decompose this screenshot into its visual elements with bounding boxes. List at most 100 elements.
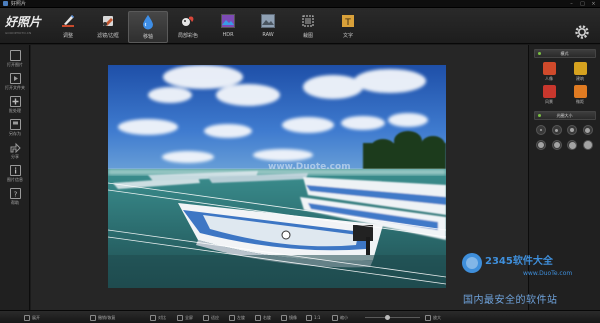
- maximize-icon[interactable]: □: [578, 1, 587, 7]
- zoom-out-icon: [332, 314, 338, 321]
- tab-tiltshift[interactable]: 移轴: [128, 11, 168, 43]
- undo-icon: [90, 314, 96, 321]
- tab-colorsplash[interactable]: 局部彩色: [168, 11, 208, 43]
- tab-hdr[interactable]: HDR: [208, 11, 248, 43]
- mode-landscape[interactable]: 风景: [534, 85, 565, 105]
- gear-icon[interactable]: [574, 24, 590, 40]
- window-title: 好照片: [11, 1, 27, 7]
- mirror-button[interactable]: 镜像: [281, 314, 297, 321]
- sidebar-item-label: 打开图片: [7, 62, 23, 67]
- macro-icon: [573, 85, 587, 98]
- sidebar-item-open-file[interactable]: 打开图片: [0, 48, 30, 71]
- site-watermark-logo: 2345软件大全 www.DuoTe.com: [461, 250, 591, 278]
- undo-redo-button[interactable]: 撤销/恢复: [90, 314, 115, 321]
- aperture-size-8[interactable]: [582, 140, 593, 150]
- tab-filter[interactable]: 滤镜/边框: [88, 11, 128, 43]
- aperture-size-1[interactable]: [536, 125, 547, 135]
- minimize-icon[interactable]: –: [567, 1, 576, 7]
- sidebar-item-label: 分享: [11, 154, 19, 159]
- folder-icon: [9, 73, 21, 84]
- aperture-size-7[interactable]: [567, 140, 578, 150]
- raw-icon: [260, 13, 276, 29]
- mirror-icon: [281, 314, 287, 321]
- building-icon: [573, 62, 587, 75]
- tool-tabs: 调整 滤镜/边框 移轴 局部彩色 HDR RAW 裁图 T 文字: [48, 11, 368, 43]
- rotate-right-icon: [255, 314, 261, 321]
- expand-button[interactable]: 展开: [24, 314, 40, 321]
- tab-raw[interactable]: RAW: [248, 11, 288, 43]
- sidebar-item-label: 另存为: [9, 131, 21, 136]
- sidebar-item-label: 图片信息: [7, 177, 23, 182]
- zoom-slider-thumb[interactable]: [385, 315, 390, 320]
- actual-size-label: 1:1: [314, 315, 321, 320]
- fit-icon: [203, 314, 209, 321]
- expand-label: 展开: [32, 314, 40, 320]
- sidebar-item-batch[interactable]: 批处理: [0, 94, 30, 117]
- mode-label: 风景: [545, 99, 553, 104]
- pen-icon: [60, 13, 76, 29]
- fit-label: 适应: [211, 314, 219, 320]
- mode-header-label: 模式: [560, 51, 569, 56]
- mode-portrait[interactable]: 人像: [534, 62, 565, 82]
- svg-text:?: ?: [13, 191, 17, 199]
- mode-list: 人像 建筑 风景 微距: [534, 62, 596, 105]
- zoom-out-button[interactable]: 缩小: [332, 314, 348, 321]
- rotate-left-label: 左旋: [237, 314, 245, 320]
- zoom-slider[interactable]: [365, 315, 420, 320]
- app-icon: [3, 1, 8, 6]
- mode-macro[interactable]: 微距: [565, 85, 596, 105]
- sidebar-item-share[interactable]: 分享: [0, 140, 30, 163]
- expand-icon: [24, 314, 30, 321]
- zoom-out-label: 缩小: [340, 314, 348, 320]
- mode-label: 建筑: [576, 76, 584, 81]
- zoom-in-button[interactable]: 放大: [425, 314, 441, 321]
- tab-tiltshift-label: 移轴: [142, 34, 153, 40]
- compare-button[interactable]: 对比: [150, 314, 166, 321]
- fit-button[interactable]: 适应: [203, 314, 219, 321]
- aperture-header[interactable]: 光圈大小: [533, 111, 596, 120]
- sidebar-item-label: 批处理: [9, 108, 21, 113]
- sidebar-item-save-as[interactable]: 另存为: [0, 117, 30, 140]
- tab-crop[interactable]: 裁图: [288, 11, 328, 43]
- tab-adjust-label: 调整: [62, 33, 73, 39]
- photo-canvas[interactable]: www.Duote.com: [108, 65, 446, 288]
- tab-adjust[interactable]: 调整: [48, 11, 88, 43]
- rotate-left-button[interactable]: 左旋: [229, 314, 245, 321]
- top-toolbar: 好照片 GOODPHOTO.CN 调整 滤镜/边框 移轴 局部彩色 HDR RA…: [0, 8, 600, 44]
- info-icon: [9, 165, 21, 176]
- logo-brand: 好照片: [5, 15, 42, 29]
- rotate-left-icon: [229, 314, 235, 321]
- fullscreen-button[interactable]: 全屏: [177, 314, 193, 321]
- batch-icon: [9, 96, 21, 107]
- squirrel-icon: [180, 13, 196, 29]
- svg-text:T: T: [344, 18, 351, 28]
- brush-icon: [100, 13, 116, 29]
- sidebar-item-help[interactable]: ? 帮助: [0, 186, 30, 209]
- sidebar-item-open-folder[interactable]: 打开文件夹: [0, 71, 30, 94]
- tab-text[interactable]: T 文字: [328, 11, 368, 43]
- zoom-in-label: 放大: [433, 314, 441, 320]
- bottom-toolbar: 展开 撤销/恢复 对比 全屏 适应 左旋 右旋 镜像 1:1 缩小 放大: [0, 310, 600, 323]
- share-icon: [10, 142, 21, 154]
- tab-crop-label: 裁图: [302, 33, 313, 39]
- aperture-size-3[interactable]: [567, 125, 578, 135]
- compare-icon: [150, 314, 156, 321]
- sidebar-item-info[interactable]: 图片信息: [0, 163, 30, 186]
- aperture-size-4[interactable]: [582, 125, 593, 135]
- aperture-size-5[interactable]: [536, 140, 547, 150]
- save-as-icon: [9, 119, 21, 130]
- mode-label: 微距: [576, 99, 584, 104]
- aperture-size-2[interactable]: [551, 125, 562, 135]
- window-controls: – □ ×: [567, 1, 598, 7]
- app-logo: 好照片 GOODPHOTO.CN: [5, 13, 45, 41]
- text-icon: T: [340, 13, 356, 29]
- sidebar-item-label: 打开文件夹: [5, 85, 25, 90]
- watermark-url: www.DuoTe.com: [523, 270, 572, 277]
- rotate-right-button[interactable]: 右旋: [255, 314, 271, 321]
- actual-size-button[interactable]: 1:1: [306, 314, 320, 321]
- mode-building[interactable]: 建筑: [565, 62, 596, 82]
- mirror-label: 镜像: [289, 314, 297, 320]
- aperture-size-6[interactable]: [551, 140, 562, 150]
- mode-header[interactable]: 模式: [533, 49, 596, 58]
- close-icon[interactable]: ×: [589, 1, 598, 7]
